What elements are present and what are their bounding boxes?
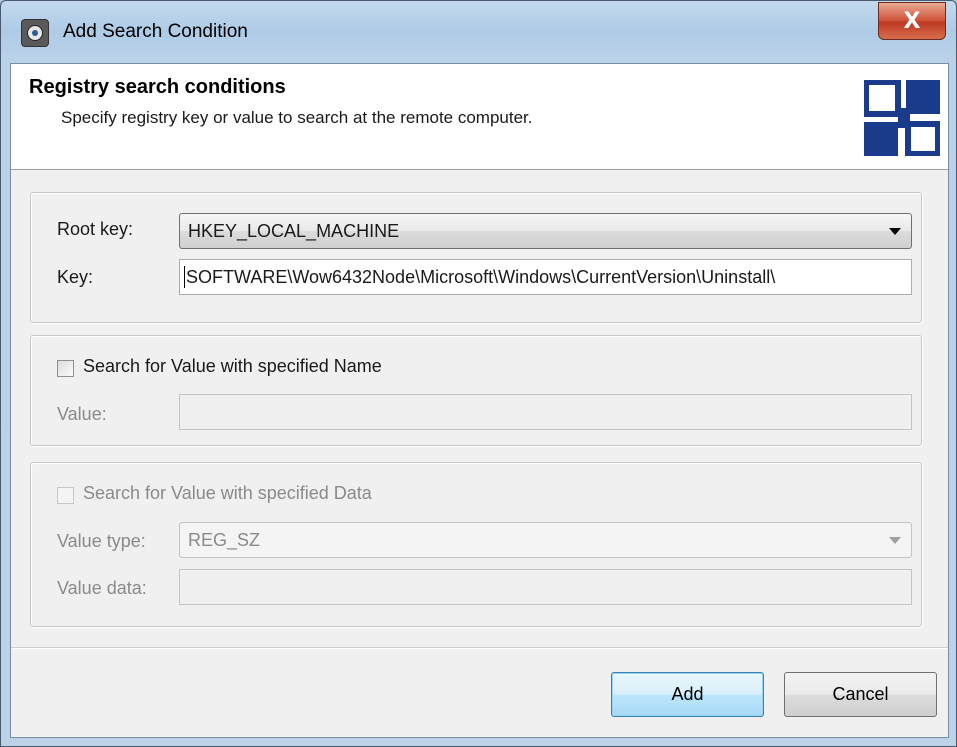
- dialog-client-area: Registry search conditions Specify regis…: [10, 63, 949, 738]
- root-key-label: Root key:: [57, 219, 134, 239]
- chevron-down-icon: [889, 228, 901, 235]
- text-cursor: [184, 266, 185, 288]
- value-data-label: Value data:: [57, 578, 147, 598]
- header-subtitle: Specify registry key or value to search …: [61, 108, 533, 127]
- value-type-dropdown[interactable]: REG_SZ: [179, 522, 912, 558]
- dialog-header: Registry search conditions Specify regis…: [11, 64, 948, 170]
- search-by-data-checkbox[interactable]: [57, 487, 74, 504]
- search-by-data-label[interactable]: Search for Value with specified Data: [83, 483, 372, 504]
- value-input[interactable]: [179, 394, 912, 430]
- add-button[interactable]: Add: [611, 672, 764, 717]
- value-data-group: Search for Value with specified Data Val…: [30, 462, 922, 627]
- value-type-value: REG_SZ: [188, 529, 261, 550]
- search-by-name-checkbox[interactable]: [57, 360, 74, 377]
- footer-divider-highlight: [11, 648, 948, 649]
- chevron-down-icon: [889, 537, 901, 544]
- key-input[interactable]: SOFTWARE\Wow6432Node\Microsoft\Windows\C…: [179, 259, 912, 295]
- registry-blocks-icon: [864, 80, 940, 156]
- dialog-window: Add Search Condition X Registry search c…: [0, 0, 957, 747]
- window-title: Add Search Condition: [63, 21, 248, 42]
- root-key-dropdown[interactable]: HKEY_LOCAL_MACHINE: [179, 213, 912, 249]
- key-value: SOFTWARE\Wow6432Node\Microsoft\Windows\C…: [186, 266, 776, 287]
- value-type-label: Value type:: [57, 531, 146, 551]
- close-button[interactable]: X: [878, 2, 946, 40]
- app-icon: [21, 19, 49, 47]
- title-bar[interactable]: Add Search Condition X: [1, 1, 956, 63]
- key-label: Key:: [57, 267, 94, 287]
- value-data-input[interactable]: [179, 569, 912, 605]
- value-label: Value:: [57, 404, 107, 424]
- value-name-group: Search for Value with specified Name Val…: [30, 335, 922, 446]
- search-by-name-label[interactable]: Search for Value with specified Name: [83, 356, 382, 377]
- header-title: Registry search conditions: [29, 76, 286, 98]
- cancel-button[interactable]: Cancel: [784, 672, 937, 717]
- root-key-value: HKEY_LOCAL_MACHINE: [188, 220, 400, 241]
- registry-key-group: Root key: HKEY_LOCAL_MACHINE Key: SOFTWA…: [30, 192, 922, 323]
